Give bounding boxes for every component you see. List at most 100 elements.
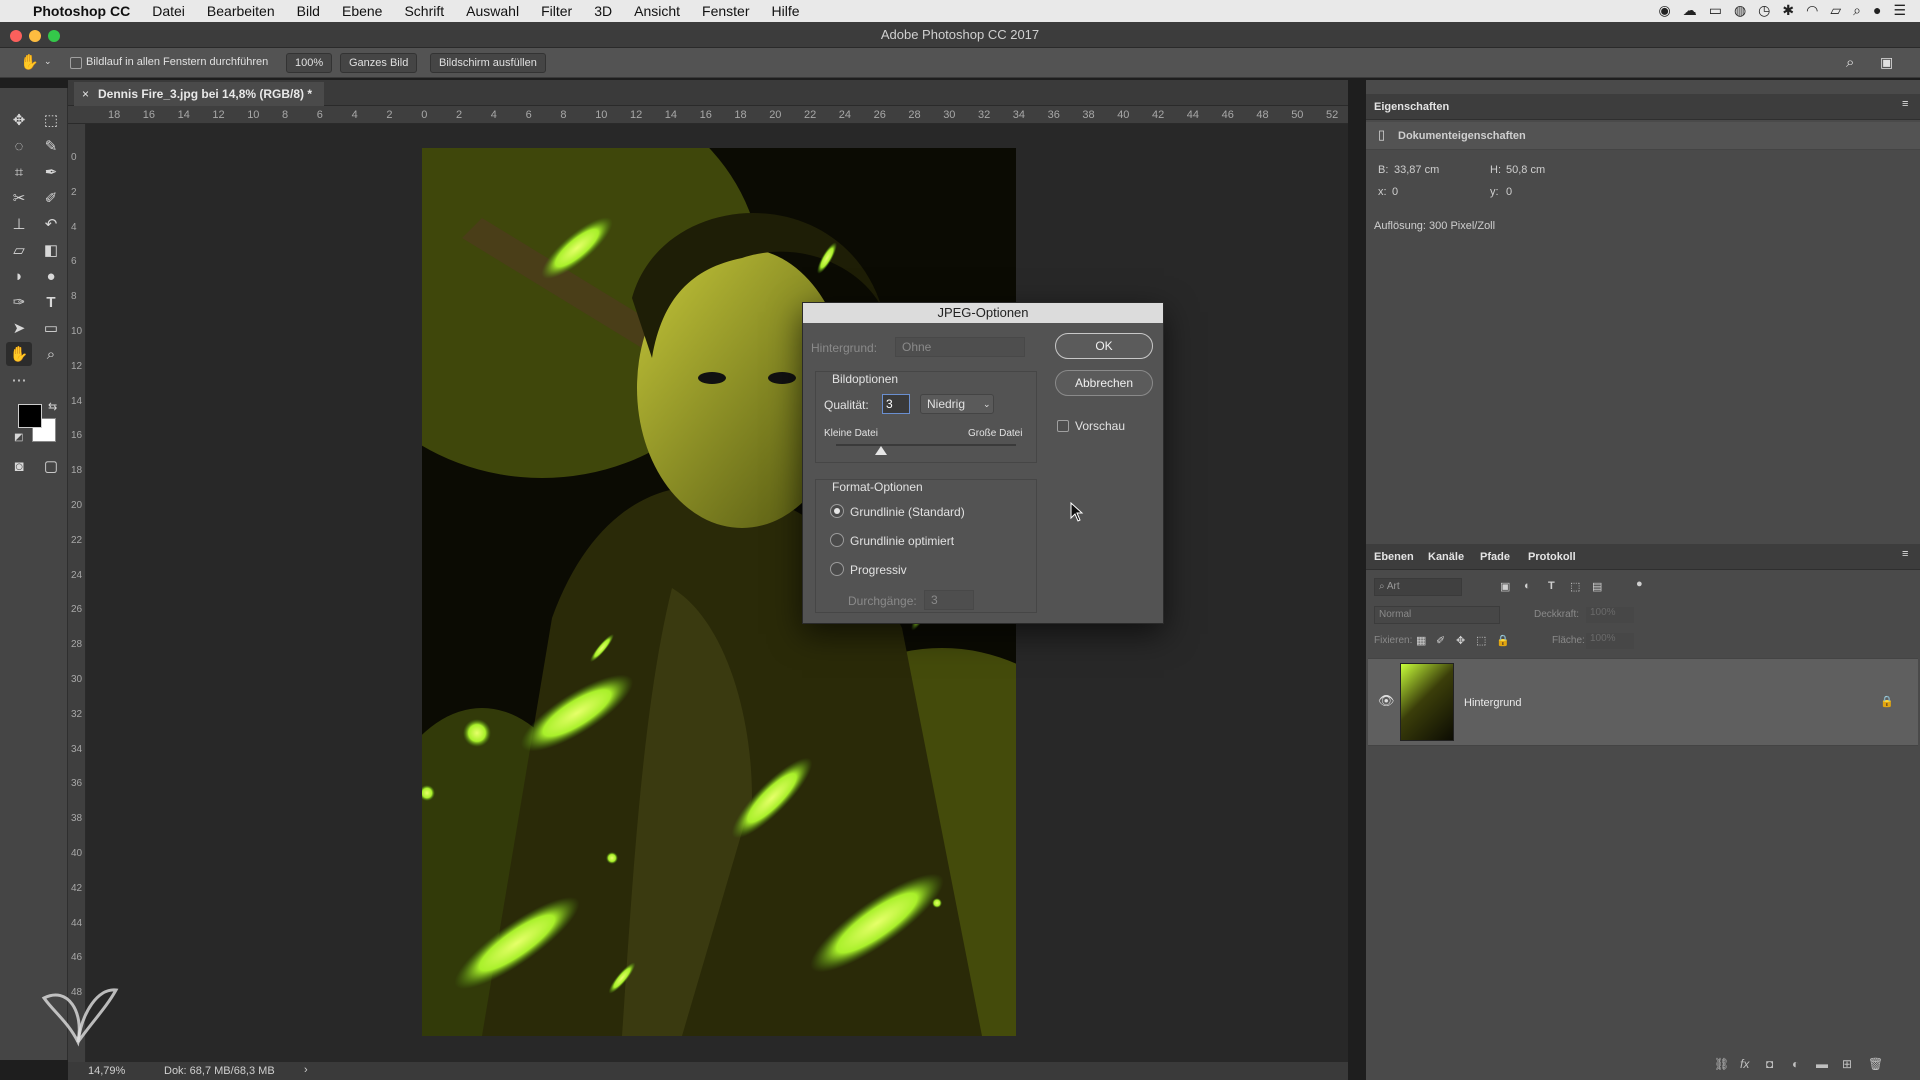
- screen-mode-icon[interactable]: ▢: [38, 454, 64, 478]
- record-icon[interactable]: ◉: [1659, 2, 1671, 19]
- blend-mode-select[interactable]: Normal: [1374, 606, 1500, 624]
- menu-bild[interactable]: Bild: [286, 3, 331, 19]
- format-baseline-optimized-radio[interactable]: [830, 533, 844, 547]
- menu-schrift[interactable]: Schrift: [393, 3, 455, 19]
- zoom-level[interactable]: 14,79%: [88, 1065, 125, 1077]
- filter-shape-icon[interactable]: ⬚: [1570, 580, 1580, 593]
- rectangle-tool-icon[interactable]: ▭: [38, 316, 64, 340]
- layer-style-fx-icon[interactable]: fx: [1740, 1057, 1749, 1071]
- menu-3d[interactable]: 3D: [583, 3, 623, 19]
- hand-tool-icon[interactable]: ✋: [20, 53, 39, 71]
- horizontal-ruler[interactable]: 18 16 14 12 10 8 6 4 2 0 2 4 6 8 10 12 14 16 18 20 22 24 26 28 3…: [68, 106, 1348, 124]
- quality-level-select[interactable]: Niedrig ⌄: [920, 394, 994, 414]
- pen-tool-icon[interactable]: ✑: [6, 290, 32, 314]
- brush-tool-icon[interactable]: ✐: [38, 186, 64, 210]
- move-tool-icon[interactable]: ✥: [6, 108, 32, 132]
- menu-hilfe[interactable]: Hilfe: [761, 3, 811, 19]
- layer-visibility-eye-icon[interactable]: 👁: [1378, 693, 1395, 709]
- fill-field[interactable]: 100%: [1586, 633, 1634, 649]
- adjustment-layer-icon[interactable]: ◐: [1792, 1057, 1799, 1071]
- format-progressive-label[interactable]: Progressiv: [850, 563, 907, 577]
- crop-tool-icon[interactable]: ⌗: [6, 160, 32, 184]
- new-group-icon[interactable]: ▬: [1816, 1057, 1828, 1071]
- zoom-100-button[interactable]: 100%: [286, 53, 333, 73]
- bluetooth-icon[interactable]: ✱: [1782, 2, 1794, 19]
- fill-screen-button[interactable]: Bildschirm ausfüllen: [430, 53, 546, 73]
- format-baseline-label[interactable]: Grundlinie (Standard): [850, 505, 965, 519]
- lasso-tool-icon[interactable]: ◌: [6, 134, 32, 158]
- marquee-tool-icon[interactable]: ⬚: [38, 108, 64, 132]
- ok-button[interactable]: OK: [1055, 333, 1153, 359]
- spotlight-icon[interactable]: ⌕: [1853, 2, 1861, 19]
- type-tool-icon[interactable]: T: [38, 290, 64, 314]
- opacity-field[interactable]: 100%: [1586, 607, 1634, 623]
- format-baseline-optimized-label[interactable]: Grundlinie optimiert: [850, 534, 954, 548]
- panel-menu-icon[interactable]: ≡: [1902, 98, 1908, 110]
- layers-panel-menu-icon[interactable]: ≡: [1902, 548, 1908, 560]
- format-progressive-radio[interactable]: [830, 562, 844, 576]
- hand-tool-active-icon[interactable]: ✋: [6, 342, 32, 366]
- zoom-tool-icon[interactable]: ⌕: [38, 342, 64, 366]
- workspace-icon[interactable]: ▣: [1880, 54, 1893, 71]
- menu-app-name[interactable]: Photoshop CC: [22, 3, 141, 19]
- search-icon[interactable]: ⌕: [1846, 54, 1854, 71]
- tool-preset-chevron-icon[interactable]: ⌄: [44, 56, 52, 67]
- cancel-button[interactable]: Abbrechen: [1055, 370, 1153, 396]
- properties-tab[interactable]: Eigenschaften: [1374, 101, 1449, 113]
- quick-selection-tool-icon[interactable]: ✎: [38, 134, 64, 158]
- background-select[interactable]: Ohne: [895, 337, 1025, 357]
- close-window-button[interactable]: [10, 30, 22, 42]
- layer-name[interactable]: Hintergrund: [1464, 697, 1521, 709]
- display-icon[interactable]: ▭: [1709, 2, 1722, 19]
- dodge-tool-icon[interactable]: ●: [38, 264, 64, 288]
- preview-label[interactable]: Vorschau: [1075, 419, 1125, 433]
- menu-bearbeiten[interactable]: Bearbeiten: [196, 3, 286, 19]
- eyedropper-tool-icon[interactable]: ✒: [38, 160, 64, 184]
- creative-cloud-icon[interactable]: ☁: [1683, 2, 1697, 19]
- siri-icon[interactable]: ●: [1873, 2, 1881, 19]
- menu-filter[interactable]: Filter: [530, 3, 583, 19]
- fit-screen-button[interactable]: Ganzes Bild: [340, 53, 418, 73]
- clone-stamp-tool-icon[interactable]: ⊥: [6, 212, 32, 236]
- history-brush-tool-icon[interactable]: ↶: [38, 212, 64, 236]
- lock-position-icon[interactable]: ✥: [1456, 634, 1465, 647]
- preview-checkbox[interactable]: [1057, 420, 1069, 432]
- scroll-all-windows-checkbox[interactable]: [70, 57, 82, 69]
- layer-filter-field[interactable]: ⌕ Art: [1374, 578, 1462, 596]
- quality-slider-thumb[interactable]: [875, 446, 887, 455]
- filter-smart-object-icon[interactable]: ▤: [1592, 580, 1602, 593]
- document-tab[interactable]: × Dennis Fire_3.jpg bei 14,8% (RGB/8) *: [74, 82, 324, 106]
- minimize-window-button[interactable]: [29, 30, 41, 42]
- vertical-ruler[interactable]: 0 2 4 6 8 10 12 14 16 18 20 22 24 26 28 30 32 34 36 38 40 42 4…: [68, 124, 86, 1062]
- notification-center-icon[interactable]: ☰: [1893, 2, 1906, 19]
- quick-mask-icon[interactable]: ◙: [6, 454, 32, 478]
- menu-datei[interactable]: Datei: [141, 3, 196, 19]
- tab-protokoll[interactable]: Protokoll: [1528, 551, 1576, 563]
- lock-all-icon[interactable]: 🔒: [1496, 634, 1510, 647]
- default-colors-icon[interactable]: ◩: [14, 432, 23, 443]
- quality-input[interactable]: [882, 394, 910, 414]
- quality-slider-track[interactable]: [836, 444, 1016, 455]
- filter-pixel-icon[interactable]: ▣: [1500, 580, 1510, 593]
- tab-kanaele[interactable]: Kanäle: [1428, 551, 1464, 563]
- blur-tool-icon[interactable]: ◗: [6, 264, 32, 288]
- tab-pfade[interactable]: Pfade: [1480, 551, 1510, 563]
- close-document-icon[interactable]: ×: [82, 82, 89, 106]
- add-mask-icon[interactable]: ◘: [1766, 1057, 1773, 1071]
- tab-ebenen[interactable]: Ebenen: [1374, 551, 1414, 563]
- zoom-window-button[interactable]: [48, 30, 60, 42]
- healing-brush-tool-icon[interactable]: ✂: [6, 186, 32, 210]
- filter-toggle-icon[interactable]: ●: [1636, 578, 1643, 590]
- lock-pixels-icon[interactable]: ✐: [1436, 634, 1445, 647]
- link-layers-icon[interactable]: ⛓: [1714, 1057, 1729, 1071]
- airplay-icon[interactable]: ▱: [1830, 2, 1841, 19]
- delete-layer-icon[interactable]: 🗑: [1868, 1057, 1883, 1071]
- lock-artboard-icon[interactable]: ⬚: [1476, 634, 1486, 647]
- wifi-icon[interactable]: ◠: [1806, 2, 1818, 19]
- filter-adjustment-icon[interactable]: ◐: [1524, 580, 1531, 592]
- menu-fenster[interactable]: Fenster: [691, 3, 760, 19]
- filter-type-icon[interactable]: T: [1548, 580, 1555, 592]
- lock-transparency-icon[interactable]: ▦: [1416, 634, 1426, 647]
- gradient-tool-icon[interactable]: ◧: [38, 238, 64, 262]
- foreground-color-swatch[interactable]: [18, 404, 42, 428]
